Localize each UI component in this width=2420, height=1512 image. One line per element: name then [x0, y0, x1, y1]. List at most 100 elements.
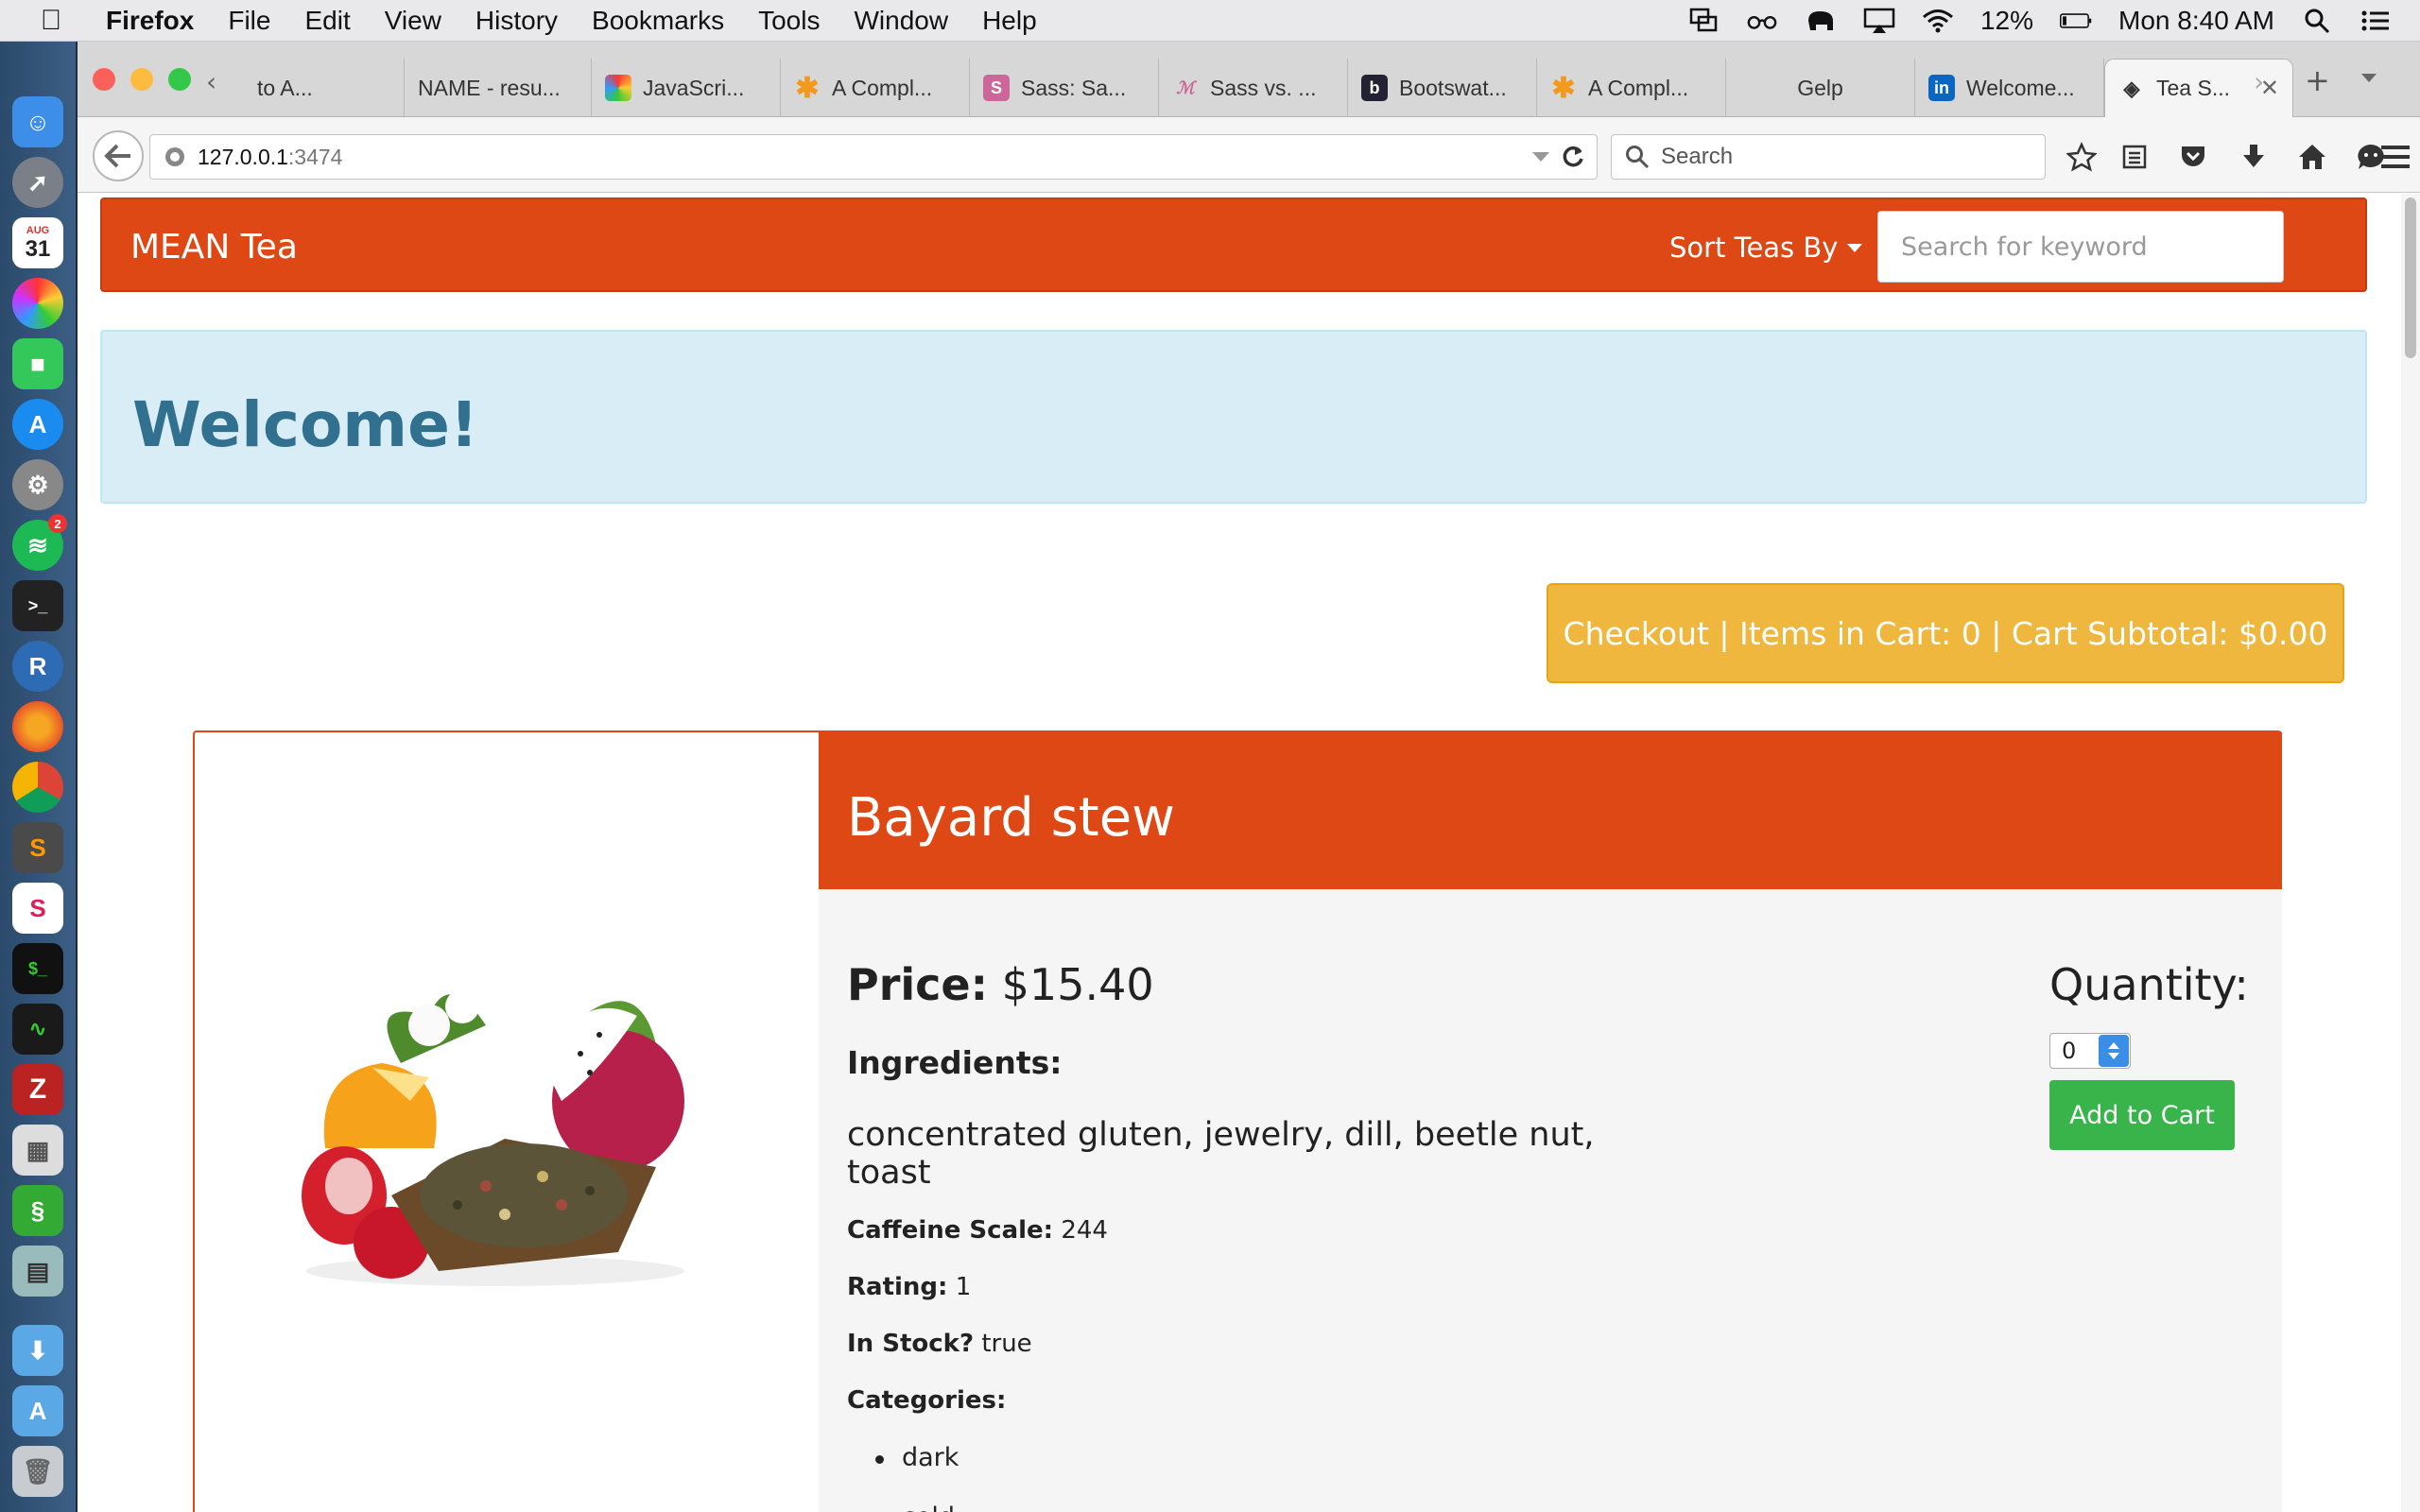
downloads-folder-icon[interactable]: ⬇ [12, 1325, 63, 1376]
tab-gelp[interactable]: Gelp [1726, 59, 1915, 117]
tab-tea-shop[interactable]: ◈ Tea S... ✕ [2104, 59, 2293, 117]
price-value: $15.40 [1001, 959, 1154, 1010]
wifi-icon[interactable] [1922, 7, 1954, 35]
product-details-panel: Bayard stew Price: $15.40 Ingredients: c… [819, 732, 2282, 1512]
calendar-icon[interactable]: AUG 31 [12, 217, 63, 268]
product-name: Bayard stew [847, 787, 1175, 849]
slack-icon[interactable]: S [12, 883, 63, 934]
tab-sass-vs[interactable]: ℳ Sass vs. ... [1159, 59, 1348, 117]
brand-link[interactable]: MEAN Tea [130, 228, 298, 266]
app-store-icon[interactable]: A [12, 399, 63, 450]
facetime-icon[interactable]: ■ [12, 338, 63, 389]
home-icon[interactable] [2293, 138, 2331, 176]
system-preferences-icon[interactable]: ⚙ [12, 459, 63, 510]
bookmark-star-icon[interactable] [2063, 138, 2100, 176]
dock: ☺ ➚ AUG 31 ■ A ⚙ ≋ 2 >_ R S S $_ ∿ Z ▦ §… [0, 42, 76, 1512]
list-all-tabs-icon[interactable] [2361, 74, 2377, 82]
quantity-label: Quantity: [2049, 959, 2249, 1010]
back-arrow-icon [104, 144, 130, 168]
finder-icon[interactable]: ☺ [12, 96, 63, 147]
url-history-dropdown-icon[interactable] [1532, 152, 1549, 162]
tab-title: Welcome... [1966, 75, 2075, 100]
price-label: Price: [847, 959, 989, 1010]
tab-linkedin-welcome[interactable]: in Welcome... [1915, 59, 2104, 117]
sort-teas-dropdown[interactable]: Sort Teas By [1669, 232, 1863, 264]
asterisk-favicon-icon: ✱ [1551, 72, 1576, 104]
menu-bar-clock[interactable]: Mon 8:40 AM [2118, 6, 2274, 36]
r-language-icon[interactable]: R [12, 641, 63, 692]
spin-up-icon[interactable] [2108, 1042, 2119, 1049]
filezilla-icon[interactable]: Z [12, 1064, 63, 1115]
sass-script-favicon-icon: ℳ [1176, 77, 1195, 97]
scrollbar-thumb[interactable] [2405, 198, 2416, 358]
calculator-icon[interactable]: ▦ [12, 1125, 63, 1176]
trash-icon[interactable]: 🗑 [12, 1446, 63, 1497]
new-tab-icon[interactable]: + [2305, 62, 2330, 98]
tab-a-complete-2[interactable]: ✱ A Compl... [1537, 59, 1726, 117]
menu-file[interactable]: File [211, 6, 287, 36]
tab-sass-syntactically[interactable]: S Sass: Sa... [970, 59, 1159, 117]
tab-a-complete-1[interactable]: ✱ A Compl... [781, 59, 970, 117]
categories-label: Categories: [847, 1386, 1007, 1415]
spin-down-icon[interactable] [2108, 1053, 2119, 1059]
apple-menu-icon[interactable]:  [25, 5, 78, 37]
keyword-search-input[interactable] [1877, 211, 2284, 283]
menu-tools[interactable]: Tools [741, 6, 837, 36]
spotify-icon[interactable]: ≋ 2 [12, 514, 67, 571]
photos-icon[interactable] [12, 278, 63, 329]
product-card: Bayard stew Price: $15.40 Ingredients: c… [193, 730, 2282, 1512]
menu-history[interactable]: History [458, 6, 575, 36]
site-identity-icon[interactable] [158, 140, 192, 174]
firefox-icon[interactable] [12, 701, 63, 752]
terminal-icon[interactable]: >_ [12, 580, 63, 631]
tab-bootswatch[interactable]: b Bootswat... [1348, 59, 1537, 117]
reload-icon[interactable] [1561, 145, 1585, 169]
close-window-button[interactable] [93, 68, 115, 91]
scroll-tabs-left-icon[interactable]: ‹ [206, 66, 216, 97]
minimize-window-button[interactable] [130, 68, 153, 91]
tab-javascript[interactable]: JavaScri... [592, 59, 781, 117]
downloads-icon[interactable] [2235, 138, 2273, 176]
sourcetree-icon[interactable]: § [12, 1185, 63, 1236]
evernote-elephant-icon[interactable] [1805, 7, 1837, 35]
tab-to-a[interactable]: to A... [244, 59, 405, 117]
iterm-icon[interactable]: $_ [12, 943, 63, 994]
menu-app-firefox[interactable]: Firefox [78, 6, 211, 36]
airplay-icon[interactable] [1863, 7, 1895, 35]
scroll-tabs-right-icon[interactable]: › [2254, 66, 2264, 97]
sort-teas-label: Sort Teas By [1669, 232, 1839, 264]
ingredients-text: concentrated gluten, jewelry, dill, beet… [847, 1116, 1595, 1192]
applications-folder-icon[interactable]: A [12, 1385, 63, 1436]
menu-edit[interactable]: Edit [287, 6, 367, 36]
chrome-icon[interactable] [12, 762, 63, 813]
pocket-icon[interactable] [2174, 138, 2212, 176]
launchpad-icon[interactable]: ➚ [12, 157, 63, 208]
menu-window[interactable]: Window [837, 6, 965, 36]
zoom-window-button[interactable] [168, 68, 191, 91]
bookmarks-menu-icon[interactable] [2116, 138, 2153, 176]
tab-title: Sass: Sa... [1021, 75, 1127, 100]
preview-icon[interactable]: ▤ [12, 1246, 63, 1297]
battery-percent: 12% [1979, 5, 2034, 35]
menu-view[interactable]: View [368, 6, 458, 36]
activity-monitor-icon[interactable]: ∿ [12, 1004, 63, 1055]
tab-name-resume[interactable]: NAME - resu... [405, 59, 592, 117]
checkout-button[interactable]: Checkout | Items in Cart: 0 | Cart Subto… [1547, 583, 2344, 683]
quantity-spinner[interactable] [2099, 1035, 2129, 1067]
menu-help[interactable]: Help [965, 6, 1054, 36]
spotlight-search-icon[interactable] [2301, 7, 2333, 35]
battery-icon[interactable] [2060, 7, 2092, 35]
hamburger-menu-icon[interactable] [2377, 138, 2414, 176]
glasses-icon[interactable] [1746, 7, 1778, 35]
sublime-text-icon[interactable]: S [12, 822, 63, 873]
page-scrollbar[interactable] [2401, 194, 2420, 1512]
notification-center-icon[interactable] [2360, 7, 2392, 35]
add-to-cart-button[interactable]: Add to Cart [2049, 1080, 2235, 1150]
stock-label: In Stock? [847, 1330, 975, 1358]
screen-share-icon[interactable] [1687, 7, 1720, 35]
browser-search-bar[interactable]: Search [1611, 134, 2046, 180]
back-button[interactable] [93, 130, 144, 181]
url-bar[interactable]: 127.0.0.1 :3474 [149, 134, 1598, 180]
calendar-day: 31 [25, 236, 51, 262]
menu-bookmarks[interactable]: Bookmarks [575, 6, 741, 36]
